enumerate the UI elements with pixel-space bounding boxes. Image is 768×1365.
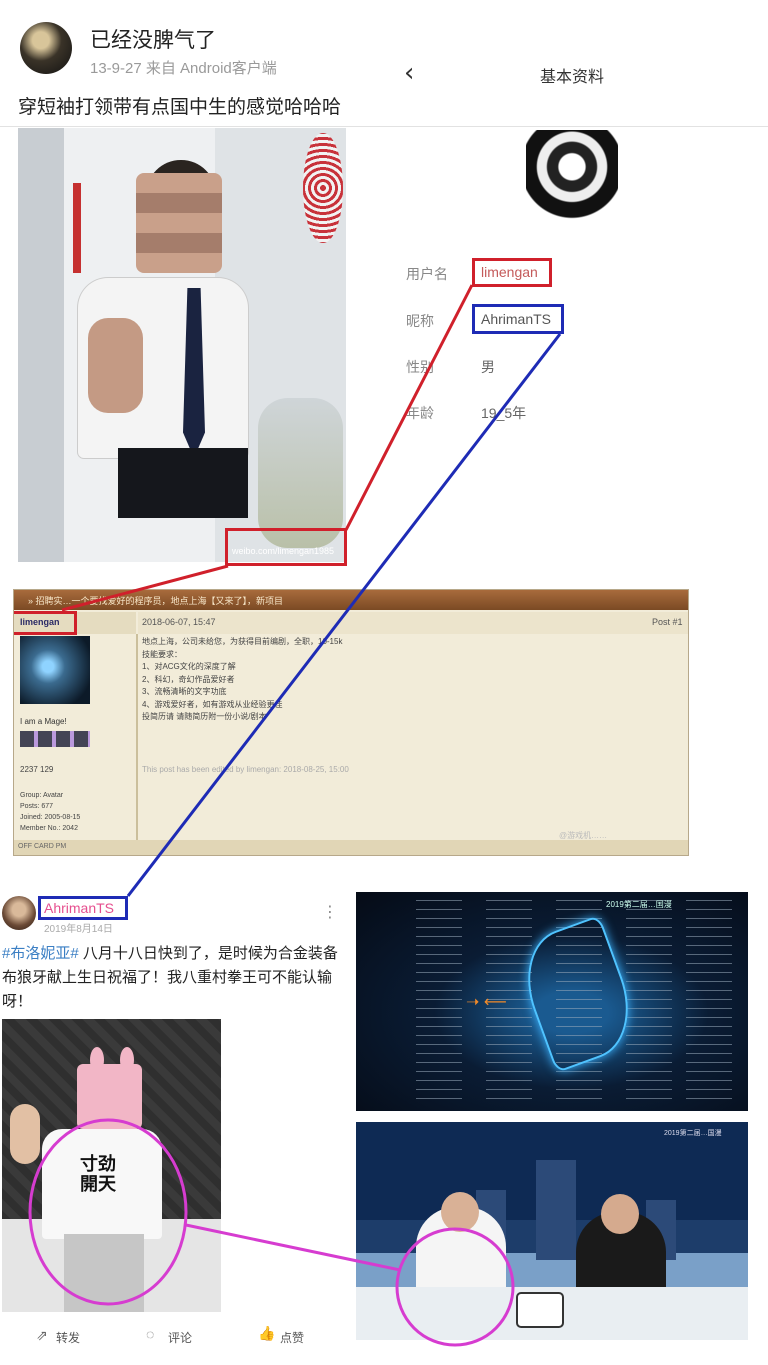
username-label: 用户名 [406,266,448,282]
fan-object [258,398,343,548]
forum-post-date: 2018-06-07, 15:47 [142,617,216,627]
forum-body-line: 地点上海，公司未给您，为获得目前编剧，全职，10-15k [142,637,343,646]
forum-info-line: Group: Avatar [20,792,64,799]
host-left-head [441,1192,479,1232]
bunny-mask [77,1064,142,1129]
forum-body-line: 投简历请 请随简历附一份小说/剧本 [142,712,267,721]
age-value: 19_5年 [481,405,527,421]
red-tassel [73,183,81,273]
forum-user-title: I am a Mage! [20,717,67,726]
bilibili-tv-mascot [516,1292,564,1328]
forum-post-screenshot: » 招聘实…一个要找爱好的程序员，地点上海【又来了】，新项目 limengan … [13,589,689,856]
paper-cutout-decoration [303,133,343,243]
forum-body-line: 3、流畅清晰的文字功底 [142,687,227,696]
photo-watermark: weibo.com/limengan1985 [232,546,335,556]
profile-avatar[interactable] [526,130,618,222]
profile-page-title: 基本资料 [540,69,605,86]
comment-icon[interactable]: ◌ [146,1326,154,1342]
username-value: limengan [481,264,538,280]
video-frame-danmaku[interactable]: 2019第二届…国漫 ➝ ⟵ [356,892,748,1111]
forum-info-line: Posts: 677 [20,803,54,810]
frame2-caption: 2019第二届…国漫 [664,1130,722,1137]
raised-arm [88,318,143,413]
forum-body-line: 1、对ACG文化的深度了解 [142,662,236,671]
topic-tag[interactable]: #布洛妮亚# [2,945,79,962]
comment-button[interactable]: 评论 [168,1329,192,1346]
forum-column-separator [136,634,138,844]
flexed-arm [10,1104,40,1164]
post-photo-selfie[interactable] [18,128,346,562]
forum-body-line: 技能要求： [142,649,182,659]
gender-value: 男 [481,359,495,375]
forum-user-info: Group: Avatar Posts: 677 Joined: 2005-08… [20,790,130,834]
age-label: 年龄 [406,405,434,421]
nickname-label: 昵称 [406,313,434,329]
bili-username-highlight-box [38,896,128,920]
forum-watermark: @游戏机…… [559,831,608,840]
forum-badge-icons [20,731,90,747]
danmaku-column [686,900,732,1100]
bili-post-text: #布洛妮亚# 八月十八日快到了，是时候为合金装备布狼牙献上生日祝福了！我八重村拳… [2,942,348,1014]
like-icon[interactable]: 👍 [258,1325,275,1342]
nickname-value: AhrimanTS [481,311,552,327]
forum-footer-buttons[interactable]: OFF CARD PM [18,843,66,850]
forum-username-highlight-box [14,611,77,635]
tshirt-print: 寸劲 開天 [80,1154,116,1194]
forum-post-number[interactable]: Post #1 [652,617,683,627]
pixelated-face [136,173,222,273]
danmaku-column [416,900,462,1100]
bili-avatar[interactable] [2,896,36,930]
danmaku-column [626,900,672,1100]
building [536,1160,576,1260]
post-meta: 13-9-27 来自 Android客户端 [90,60,277,77]
share-icon[interactable]: ⇗ [36,1327,48,1344]
forum-body-line: 4、游戏爱好者，如有游戏从业经验更佳 [142,699,283,709]
bili-post-date: 2019年8月14日 [44,924,113,935]
post-text: 穿短袖打领带有点国中生的感觉哈哈哈 [18,97,342,118]
back-arrow-icon[interactable]: ‹ [404,58,414,88]
gender-label: 性别 [406,359,434,375]
poster-name[interactable]: 已经没脾气了 [90,24,216,54]
forum-edit-note: This post has been edited by limengan: 2… [142,765,349,774]
forum-postbar [138,612,688,634]
header-divider [0,126,768,127]
share-button[interactable]: 转发 [56,1329,80,1346]
forum-info-line: Member No.: 2042 [20,825,78,832]
dark-pants [118,448,248,518]
poster-avatar[interactable] [20,22,72,74]
more-options-icon[interactable]: ⋮ [322,902,338,922]
like-button[interactable]: 点赞 [280,1329,304,1346]
arrow-annotation-icon: ➝ ⟵ [466,994,507,1011]
forum-body-line: 2、科幻，奇幻作品爱好者 [142,674,235,684]
pants [64,1234,144,1312]
forum-user-avatar [20,636,90,704]
frame1-caption: 2019第二届…国漫 [606,900,672,909]
forum-footer-bar [14,840,688,855]
forum-post-body: 地点上海，公司未给您，为获得目前编剧，全职，10-15k 技能要求： 1、对AC… [142,636,662,724]
video-frame-livestream[interactable]: 2019第二届…国漫 [356,1122,748,1340]
forum-info-line: Joined: 2005-08-15 [20,814,81,821]
forum-thread-title[interactable]: » 招聘实…一个要找爱好的程序员，地点上海【又来了】，新项目 [28,594,283,607]
host-right-head [601,1194,639,1234]
forum-user-stats: 2237 129 [20,765,54,774]
bili-post-photo[interactable]: 寸劲 開天 [2,1019,221,1312]
